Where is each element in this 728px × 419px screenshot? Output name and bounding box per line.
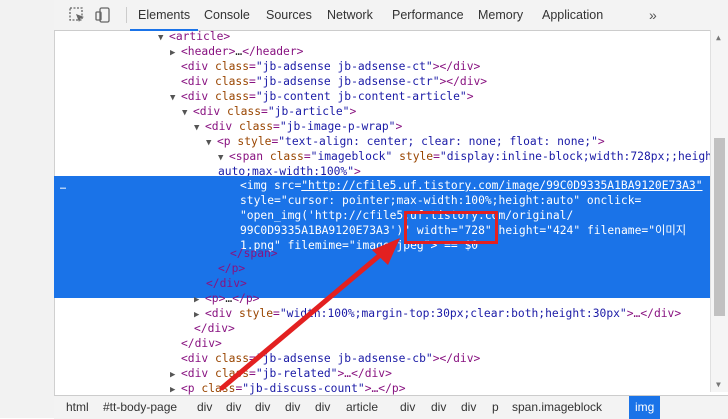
expand-arrow-icon[interactable]: ▼ <box>194 121 205 136</box>
breadcrumb-item[interactable]: span.imageblock <box>512 396 602 419</box>
more-options-icon[interactable]: … <box>60 179 66 194</box>
breadcrumb-item[interactable]: div <box>315 396 330 419</box>
breadcrumb-item[interactable]: p <box>492 396 499 419</box>
expand-arrow-icon[interactable]: ▼ <box>158 31 169 46</box>
tree-line-adsense-ct[interactable]: <div class="jb-adsense jb-adsense-ct"></… <box>181 59 480 74</box>
tree-line-close-div-3[interactable]: </div> <box>181 336 222 351</box>
breadcrumb-item[interactable]: div <box>226 396 241 419</box>
tree-line-adsense-ctr[interactable]: <div class="jb-adsense jb-adsense-ctr"><… <box>181 74 487 89</box>
breadcrumb: html #tt-body-page div div div div div a… <box>54 395 728 419</box>
breadcrumb-item[interactable]: div <box>400 396 415 419</box>
selected-line-2: style="cursor: pointer;max-width:100%;he… <box>240 194 642 207</box>
expand-arrow-icon[interactable]: ▼ <box>206 136 217 151</box>
tree-line-close-div-2[interactable]: </div> <box>194 321 235 336</box>
tab-console[interactable]: Console <box>204 0 250 30</box>
tree-line-header[interactable]: ▶ <header>…</header> <box>170 44 303 59</box>
breadcrumb-item[interactable]: div <box>255 396 270 419</box>
breadcrumb-item[interactable]: article <box>346 396 378 419</box>
tree-line-image-p-wrap[interactable]: ▼ <div class="jb-image-p-wrap"> <box>194 119 402 134</box>
tree-line-content-article[interactable]: ▼ <div class="jb-content jb-content-artic… <box>170 89 474 104</box>
img-src-link[interactable]: "http://cfile5.uf.tistory.com/image/99C0… <box>301 179 702 192</box>
tree-line-adsense-cb[interactable]: <div class="jb-adsense jb-adsense-cb"></… <box>181 351 480 366</box>
toolbar-separator <box>126 7 127 23</box>
tab-elements[interactable]: Elements <box>129 0 199 31</box>
breadcrumb-item-current[interactable]: img <box>629 396 661 419</box>
tree-line-p-collapsed[interactable]: ▶ <p>…</p> <box>194 291 259 306</box>
scroll-up-icon[interactable]: ▲ <box>716 33 721 42</box>
tree-line-close-div[interactable]: </div> <box>206 276 247 291</box>
tree-line-close-span[interactable]: </span> <box>230 246 278 261</box>
tab-performance[interactable]: Performance <box>392 0 464 30</box>
tree-line-p-style[interactable]: ▼ <p style="text-align: center; clear: no… <box>206 134 605 149</box>
vertical-scrollbar[interactable]: ▲ ▼ <box>710 30 728 392</box>
tree-line-span-imageblock[interactable]: ▼ <span class="imageblock" style="display… <box>218 149 726 164</box>
selected-img-node[interactable]: … <img src="http://cfile5.uf.tistory.com… <box>54 176 710 298</box>
selected-line-1: <img src="http://cfile5.uf.tistory.com/i… <box>240 179 703 192</box>
left-gutter <box>0 0 55 418</box>
tree-line-close-p[interactable]: </p> <box>218 261 245 276</box>
tab-memory[interactable]: Memory <box>478 0 523 30</box>
breadcrumb-item[interactable]: div <box>431 396 446 419</box>
breadcrumb-item[interactable]: div <box>285 396 300 419</box>
device-toolbar-icon[interactable] <box>94 6 112 24</box>
breadcrumb-item[interactable]: html <box>66 396 89 419</box>
tree-line-div-style[interactable]: ▶ <div style="width:100%;margin-top:30px;… <box>194 306 681 321</box>
tree-line-jb-article[interactable]: ▼ <div class="jb-article"> <box>182 104 356 119</box>
breadcrumb-item[interactable]: div <box>461 396 476 419</box>
more-tabs-button[interactable]: » <box>649 0 657 30</box>
annotation-highlight-box <box>404 211 498 244</box>
devtools-toolbar: Elements Console Sources Network Perform… <box>54 0 728 31</box>
expand-arrow-icon[interactable]: ▼ <box>170 91 181 106</box>
tree-line-discuss-count[interactable]: ▶ <p class="jb-discuss-count">…</p> <box>170 381 406 396</box>
tab-application[interactable]: Application <box>542 0 603 30</box>
expand-arrow-icon[interactable]: ▼ <box>182 106 193 121</box>
tab-network[interactable]: Network <box>327 0 373 30</box>
expand-arrow-icon[interactable]: ▶ <box>170 46 181 61</box>
scroll-down-icon[interactable]: ▼ <box>716 380 721 389</box>
scrollbar-thumb[interactable] <box>714 138 725 316</box>
tree-line-article[interactable]: ▼ <article> <box>158 29 230 44</box>
dom-tree: ▼ <article> ▶ <header>…</header> <div clas… <box>54 29 726 395</box>
tree-line-jb-related[interactable]: ▶ <div class="jb-related">…</div> <box>170 366 392 381</box>
breadcrumb-item[interactable]: #tt-body-page <box>103 396 177 419</box>
tab-sources[interactable]: Sources <box>266 0 312 30</box>
breadcrumb-item[interactable]: div <box>197 396 212 419</box>
inspect-element-icon[interactable] <box>68 6 86 24</box>
